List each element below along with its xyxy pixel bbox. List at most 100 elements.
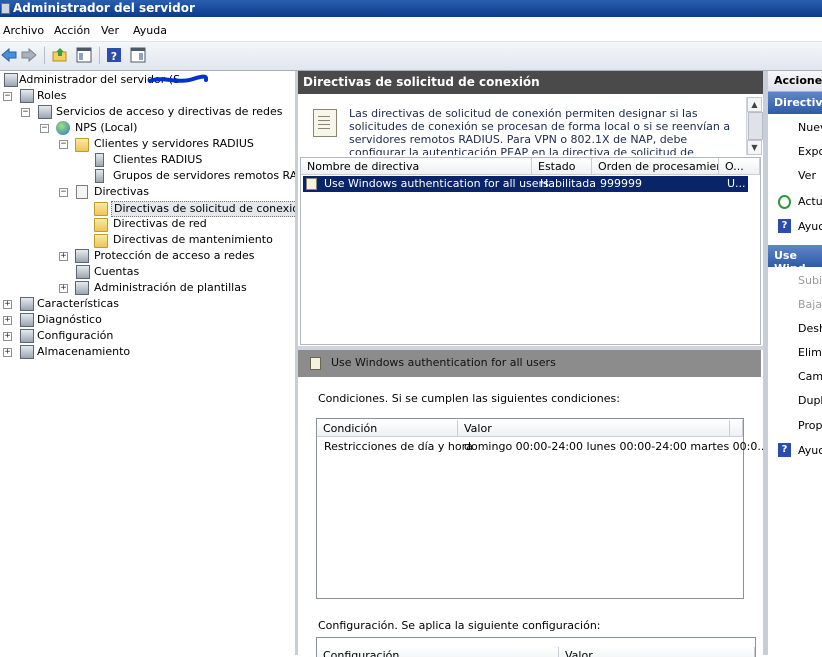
menu-archivo[interactable]: Archivo xyxy=(3,24,44,37)
help-icon: ? xyxy=(107,48,121,63)
tree-item-diagnostics[interactable]: Diagnóstico xyxy=(37,313,102,327)
tree-item-remote-radius-groups[interactable]: Grupos de servidores remotos RADIU xyxy=(113,169,317,183)
expand-diagnostics[interactable]: + xyxy=(3,316,12,325)
toolbar: ? xyxy=(0,42,822,71)
menu-accion[interactable]: Acción xyxy=(54,24,90,37)
svg-text:?: ? xyxy=(111,50,117,63)
action-delete[interactable]: Elimi xyxy=(798,346,822,359)
column-header-config-value[interactable]: Valor xyxy=(559,647,755,657)
back-arrow-icon xyxy=(1,47,17,63)
column-header-filler xyxy=(730,420,743,437)
policy-icon xyxy=(306,178,317,190)
expand-configuration[interactable]: + xyxy=(3,332,12,341)
action-properties[interactable]: Propi xyxy=(798,419,822,432)
tree-item-health-policies[interactable]: Directivas de mantenimiento xyxy=(113,233,273,247)
forward-arrow-icon xyxy=(21,47,37,63)
console-tree: Administrador del servidor (S − Roles − … xyxy=(0,71,317,655)
collapse-nps-services[interactable]: − xyxy=(21,108,30,117)
column-header-configuration[interactable]: Configuración xyxy=(317,647,559,657)
column-header-condition[interactable]: Condición xyxy=(317,420,458,437)
column-header-policy-name[interactable]: Nombre de directiva xyxy=(301,158,532,175)
scroll-up-arrow[interactable]: ▲ xyxy=(747,97,762,112)
description-scrollbar[interactable]: ▲ ▼ xyxy=(746,97,763,155)
condition-name: Restricciones de día y hora xyxy=(324,440,473,453)
actions-section-selected-policy-label: Use Wind xyxy=(774,249,806,275)
radius-clients-icon xyxy=(95,153,104,167)
tree-item-radius-clients-servers[interactable]: Clientes y servidores RADIUS xyxy=(94,137,254,151)
action-refresh[interactable]: Actua xyxy=(798,195,822,208)
action-move-down[interactable]: Bajar xyxy=(798,298,822,311)
diagnostics-icon xyxy=(20,313,34,327)
collapse-radius[interactable]: − xyxy=(59,140,68,149)
description-box: Las directivas de solicitud de conexión … xyxy=(300,97,746,155)
conditions-list: Condición Valor Restricciones de día y h… xyxy=(316,418,768,599)
scroll-down-arrow[interactable]: ▼ xyxy=(747,140,762,155)
actions-pane: Acciones Directiva Nueva Expo Ver Actua … xyxy=(768,71,822,655)
action-duplicate[interactable]: Dupli xyxy=(798,394,822,407)
detail-header: Use Windows authentication for all users xyxy=(298,350,761,377)
tree-item-storage[interactable]: Almacenamiento xyxy=(37,345,130,359)
tree-item-templates[interactable]: Administración de plantillas xyxy=(94,281,247,295)
tree-item-nps-local[interactable]: NPS (Local) xyxy=(75,121,137,135)
up-folder-button[interactable] xyxy=(51,46,69,64)
tree-item-connection-request-policies[interactable]: Directivas de solicitud de conexión xyxy=(111,201,309,217)
policy-source: U... xyxy=(727,177,746,190)
server-manager-icon xyxy=(1,3,10,14)
tree-item-policies[interactable]: Directivas xyxy=(94,185,149,199)
menu-ayuda[interactable]: Ayuda xyxy=(133,24,167,37)
policy-row[interactable]: Use Windows authentication for all users… xyxy=(303,176,748,192)
column-header-source[interactable]: O... xyxy=(719,158,760,175)
actions-section-policies[interactable]: Directiva xyxy=(768,92,822,114)
show-hide-tree-button[interactable] xyxy=(75,46,93,64)
nap-shield-icon xyxy=(75,249,89,263)
action-help-2[interactable]: Ayuc xyxy=(798,444,822,457)
column-header-value[interactable]: Valor xyxy=(458,420,730,437)
tree-item-configuration[interactable]: Configuración xyxy=(37,329,113,343)
up-folder-icon xyxy=(52,48,67,62)
expand-nap[interactable]: + xyxy=(59,252,68,261)
help-icon: ? xyxy=(778,443,791,457)
features-icon xyxy=(20,297,34,311)
scroll-thumb[interactable] xyxy=(748,112,763,140)
menu-ver[interactable]: Ver xyxy=(101,24,119,37)
column-header-processing-order[interactable]: Orden de procesamiento xyxy=(592,158,719,175)
action-rename[interactable]: Camb xyxy=(798,370,822,383)
conditions-label: Condiciones. Si se cumplen las siguiente… xyxy=(318,392,620,405)
tree-item-nap[interactable]: Protección de acceso a redes xyxy=(94,249,254,263)
actions-title: Acciones xyxy=(774,74,822,87)
roles-icon xyxy=(20,89,34,103)
show-hide-actions-button[interactable] xyxy=(129,46,147,64)
network-policy-icon xyxy=(38,105,52,119)
tree-item-accounting[interactable]: Cuentas xyxy=(94,265,139,279)
collapse-directivas[interactable]: − xyxy=(59,188,68,197)
policies-list: Nombre de directiva Estado Orden de proc… xyxy=(300,157,761,345)
collapse-roles[interactable]: − xyxy=(3,92,12,101)
expand-storage[interactable]: + xyxy=(3,348,12,357)
accounting-icon xyxy=(76,265,90,279)
nps-globe-icon xyxy=(56,121,70,135)
tree-item-network-policies[interactable]: Directivas de red xyxy=(113,217,207,231)
column-header-status[interactable]: Estado xyxy=(532,158,592,175)
actions-section-selected-policy[interactable]: Use Wind xyxy=(768,245,822,275)
configuration-label: Configuración. Se aplica la siguiente co… xyxy=(318,619,601,632)
collapse-nps-local[interactable]: − xyxy=(40,124,49,133)
action-export[interactable]: Expo xyxy=(798,145,822,158)
tree-item-features[interactable]: Características xyxy=(37,297,119,311)
help-button[interactable]: ? xyxy=(105,46,123,64)
back-button[interactable] xyxy=(0,46,18,64)
results-header: Directivas de solicitud de conexión xyxy=(298,71,763,94)
folder-icon xyxy=(75,138,89,152)
tree-item-roles[interactable]: Roles xyxy=(37,89,66,103)
action-disable[interactable]: Desh xyxy=(798,322,822,335)
forward-button[interactable] xyxy=(20,46,38,64)
tree-item-radius-clients[interactable]: Clientes RADIUS xyxy=(113,153,202,167)
action-new[interactable]: Nueva xyxy=(798,121,822,134)
expand-features[interactable]: + xyxy=(3,300,12,309)
window-title: Administrador del servidor xyxy=(13,1,195,15)
action-help[interactable]: Ayuc xyxy=(798,220,822,233)
action-view[interactable]: Ver xyxy=(798,169,816,182)
expand-templates[interactable]: + xyxy=(59,284,68,293)
policy-status: Habilitada xyxy=(540,177,596,190)
tree-item-network-policy-services[interactable]: Servicios de acceso y directivas de rede… xyxy=(56,105,282,119)
action-move-up[interactable]: Subir xyxy=(798,274,822,287)
